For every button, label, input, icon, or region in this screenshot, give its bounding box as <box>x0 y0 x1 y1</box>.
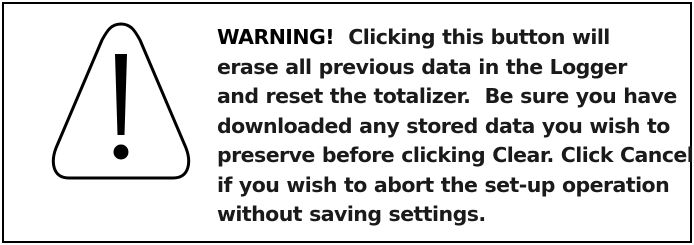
warning-label: WARNING! <box>217 25 335 49</box>
warning-triangle-icon <box>51 22 191 180</box>
warning-text-line: Clicking this button will <box>348 25 610 49</box>
warning-text-line: without saving settings. <box>217 202 486 226</box>
warning-text-line: and reset the totalizer. Be sure you hav… <box>217 84 677 108</box>
warning-text-line: if you wish to abort the set-up operatio… <box>217 172 670 197</box>
warning-text-line: downloaded any stored data you wish to <box>217 113 670 138</box>
warning-line-1: WARNING! Clicking this button will <box>217 23 687 53</box>
warning-panel: WARNING! Clicking this button will erase… <box>2 2 694 243</box>
warning-text-line: erase all previous data in the Logger <box>217 54 627 79</box>
warning-text-line: preserve before clicking Clear. Click Ca… <box>217 143 694 167</box>
warning-message: WARNING! Clicking this button will erase… <box>217 23 694 230</box>
